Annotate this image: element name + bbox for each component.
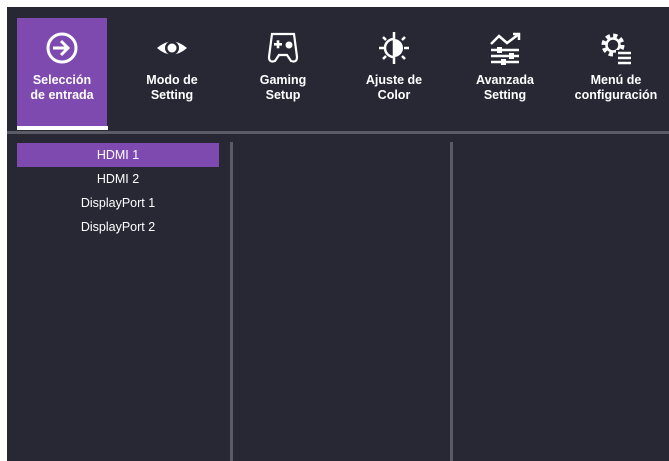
list-item-hdmi-1[interactable]: HDMI 1 <box>17 143 219 167</box>
list-item-displayport-2[interactable]: DisplayPort 2 <box>17 215 219 239</box>
column-divider <box>230 142 233 461</box>
list-item-displayport-1[interactable]: DisplayPort 1 <box>17 191 219 215</box>
tab-label: Gaming Setup <box>259 73 307 102</box>
color-adjust-icon <box>374 29 414 67</box>
column-divider <box>450 142 453 461</box>
osd-menu: Selección de entrada Modo de Setting Gam… <box>7 7 669 461</box>
tab-label: Menú de configuración <box>574 73 658 102</box>
tab-label: Selección de entrada <box>30 73 94 102</box>
tab-settings-menu[interactable]: Menú de configuración <box>571 18 661 126</box>
header-divider <box>7 131 669 134</box>
tab-mode-setting[interactable]: Modo de Setting <box>127 18 217 126</box>
active-tab-indicator <box>17 126 108 130</box>
input-source-list: HDMI 1 HDMI 2 DisplayPort 1 DisplayPort … <box>17 143 219 239</box>
tab-advanced-setting[interactable]: Avanzada Setting <box>460 18 550 126</box>
settings-menu-icon <box>596 29 636 67</box>
tab-bar: Selección de entrada Modo de Setting Gam… <box>7 7 669 127</box>
tab-label: Ajuste de Color <box>365 73 423 102</box>
tab-gaming-setup[interactable]: Gaming Setup <box>238 18 328 126</box>
list-item-hdmi-2[interactable]: HDMI 2 <box>17 167 219 191</box>
eye-icon <box>152 29 192 67</box>
tab-color-adjust[interactable]: Ajuste de Color <box>349 18 439 126</box>
tab-label: Avanzada Setting <box>476 73 534 102</box>
input-arrow-icon <box>42 29 82 67</box>
tab-input-selection[interactable]: Selección de entrada <box>17 18 107 126</box>
gamepad-icon <box>263 29 303 67</box>
tab-label: Modo de Setting <box>146 73 198 102</box>
advanced-settings-icon <box>485 29 525 67</box>
